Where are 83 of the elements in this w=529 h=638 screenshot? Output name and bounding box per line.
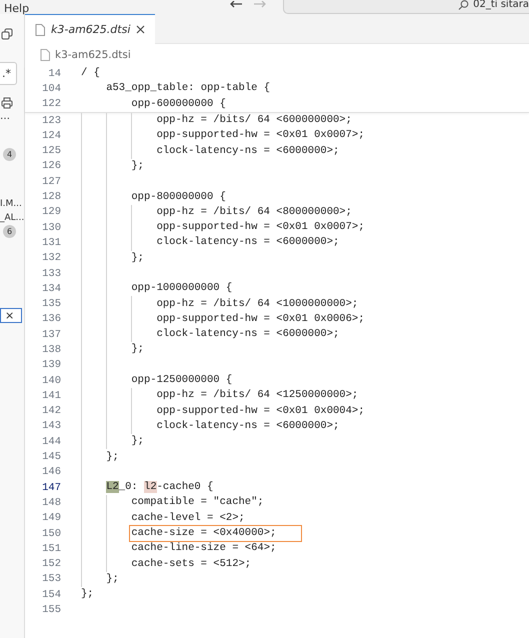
code-line: opp-supported-hw = <0x01 0x0007>; (156, 221, 364, 234)
line-number: 135 (41, 298, 62, 310)
line-number: 124 (41, 130, 62, 142)
line-number: 127 (41, 176, 62, 188)
count-badge: 4 (3, 148, 16, 161)
breadcrumb-item[interactable]: k3-am625.dtsi (55, 49, 131, 61)
file-icon (35, 24, 45, 36)
code-line: cache-sets = <512>; (131, 558, 252, 571)
code-line: clock-latency-ns = <6000000>; (156, 236, 340, 250)
more-text[interactable]: … (0, 111, 10, 122)
regex-toggle[interactable]: .* (0, 62, 17, 85)
line-number: 128 (41, 191, 62, 204)
line-number: 145 (41, 451, 62, 464)
line-number: 141 (41, 390, 62, 402)
code-line: opp-supported-hw = <0x01 0x0006>; (156, 312, 364, 326)
code-line: opp-800000000 { (131, 190, 226, 204)
line-number: 122 (41, 98, 62, 110)
line-number: 151 (41, 542, 62, 555)
line-number: 138 (41, 344, 62, 356)
code-line: cache-size = <0x40000>; (131, 527, 300, 540)
code-line: }; (131, 160, 144, 173)
line-number: 134 (41, 282, 62, 295)
line-number: 137 (41, 328, 62, 341)
line-number: 129 (41, 206, 62, 218)
line-number: 136 (41, 313, 62, 326)
code-line: cache-level = <2>; (131, 512, 245, 525)
code-line: / { (81, 67, 100, 80)
line-number: 149 (41, 512, 62, 524)
search-icon (458, 0, 470, 11)
line-number: 142 (41, 405, 62, 418)
printer-icon[interactable] (1, 97, 13, 109)
line-number: 147 (41, 482, 62, 494)
editor-tab[interactable]: k3-am625.dtsi (25, 14, 156, 44)
line-number: 139 (41, 359, 62, 372)
count-badge: 6 (3, 225, 16, 238)
close-button[interactable]: × (0, 308, 22, 323)
code-line: opp-hz = /bits/ 64 <800000000>; (156, 206, 352, 219)
line-number: 154 (41, 588, 62, 601)
line-number: 131 (41, 236, 62, 249)
line-number: 132 (41, 252, 62, 264)
code-line: opp-1250000000 { (131, 374, 232, 388)
line-number: 148 (41, 496, 62, 509)
close-icon[interactable] (136, 25, 146, 34)
code-line: }; (131, 343, 144, 356)
code-line: cache-line-size = <64>; (131, 542, 276, 556)
line-number: 104 (41, 82, 62, 95)
menu-item[interactable]: Help (4, 4, 30, 14)
line-number: 140 (41, 374, 62, 387)
line-number: 133 (41, 268, 62, 280)
code-line: L2_0: l2-cache0 { (106, 481, 214, 494)
code-line: clock-latency-ns = <6000000>; (156, 328, 340, 342)
code-line: }; (106, 572, 119, 586)
line-number: 155 (41, 604, 62, 616)
result-label[interactable]: _AL... (0, 213, 24, 223)
line-number: 14 (47, 68, 62, 80)
code-line: opp-hz = /bits/ 64 <600000000>; (156, 114, 352, 128)
code-line: }; (81, 588, 94, 602)
line-number: 150 (41, 528, 62, 540)
code-line: a53_opp_table: opp-table { (105, 82, 270, 96)
line-number: 143 (41, 420, 62, 432)
line-number: 123 (41, 114, 62, 127)
code-line: clock-latency-ns = <6000000>; (156, 420, 340, 433)
code-line: }; (131, 252, 144, 265)
code-line: compatible = "cache"; (131, 496, 264, 510)
line-number: 153 (41, 573, 62, 586)
result-label[interactable]: I.M... (0, 199, 22, 209)
copy-icon[interactable] (1, 28, 13, 40)
line-number: 144 (41, 436, 62, 448)
code-line: opp-600000000 { (130, 98, 226, 111)
code-line: opp-hz = /bits/ 64 <1000000000>; (156, 298, 358, 311)
code-line: opp-supported-hw = <0x01 0x0004>; (156, 404, 364, 418)
code-line: clock-latency-ns = <6000000>; (156, 144, 340, 158)
code-line: }; (106, 450, 119, 464)
line-number: 126 (41, 160, 62, 172)
code-line: opp-hz = /bits/ 64 <1250000000>; (156, 389, 358, 402)
file-icon (40, 49, 50, 61)
code-line: opp-supported-hw = <0x01 0x0007>; (156, 129, 364, 142)
line-number: 152 (41, 558, 62, 570)
line-number: 146 (41, 466, 62, 478)
code-line: opp-1000000000 { (131, 282, 232, 296)
line-number: 130 (41, 222, 62, 234)
line-number: 125 (41, 145, 62, 158)
code-line: }; (131, 435, 144, 448)
